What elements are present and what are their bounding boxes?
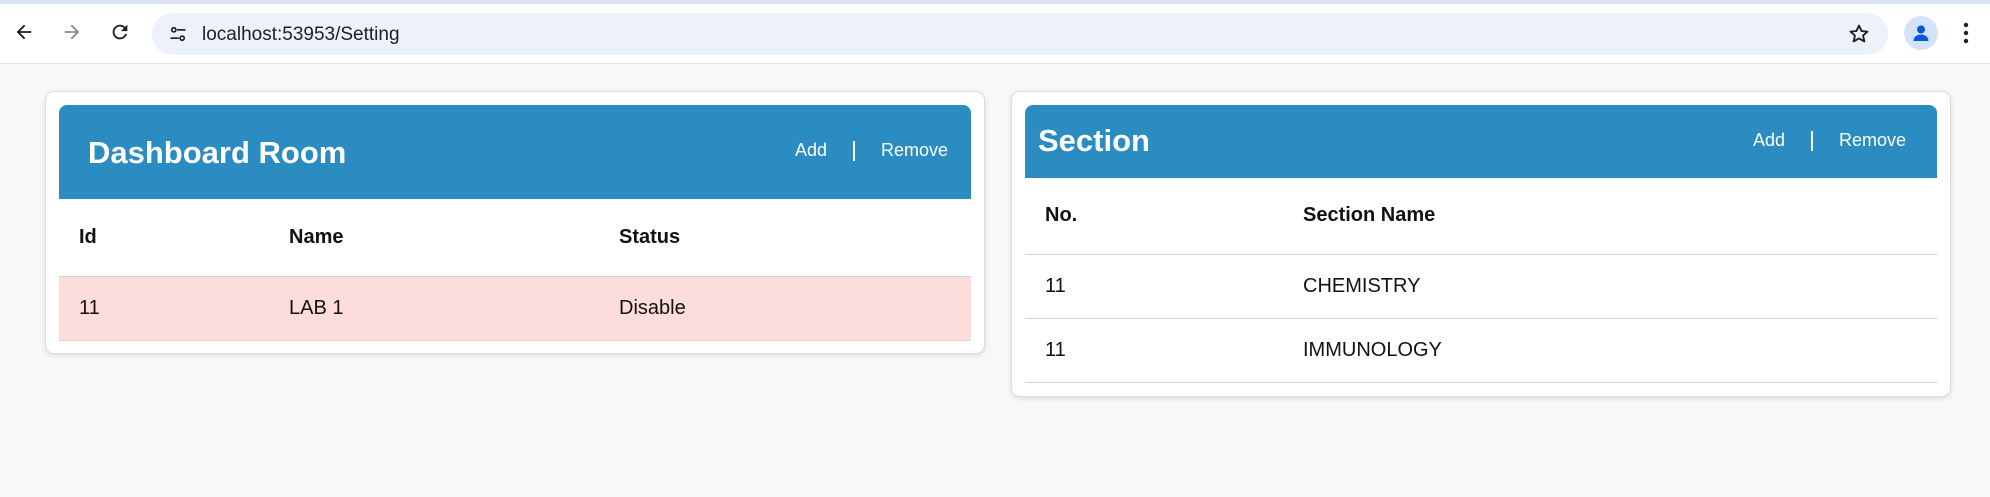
room-id-cell: 11 [59,276,269,341]
back-button[interactable] [6,14,42,50]
table-row[interactable]: 11 CHEMISTRY [1025,254,1937,319]
section-card-title: Section [1038,123,1150,158]
column-header-no: No. [1025,178,1283,255]
table-row[interactable]: 11 LAB 1 Disable [59,276,971,341]
room-name-cell: LAB 1 [269,276,599,341]
browser-toolbar: localhost:53953/Setting [0,4,1990,64]
table-header-row: No. Section Name [1025,178,1937,255]
reload-button[interactable] [102,14,138,50]
section-actions: Add Remove [1753,130,1906,151]
room-table: Id Name Status 11 LAB 1 Disable [59,199,971,341]
room-add-button[interactable]: Add [795,140,827,161]
forward-button[interactable] [54,14,90,50]
room-remove-button[interactable]: Remove [881,140,948,161]
address-bar[interactable]: localhost:53953/Setting [152,13,1888,55]
section-card-header: Section Add Remove [1025,105,1937,178]
section-name-cell: CHEMISTRY [1283,254,1937,319]
action-separator [852,140,855,161]
table-header-row: Id Name Status [59,199,971,277]
room-actions: Add Remove [795,140,948,161]
section-no-cell: 11 [1025,318,1283,383]
section-add-button[interactable]: Add [1753,130,1785,151]
dashboard-room-card: Dashboard Room Add Remove Id Name Status… [45,91,985,354]
reload-icon [112,24,128,40]
action-separator [1810,130,1813,151]
person-icon[interactable] [1904,16,1938,50]
section-name-cell: IMMUNOLOGY [1283,318,1937,383]
section-card: Section Add Remove No. Section Name 11 C… [1011,91,1951,397]
column-header-id: Id [59,199,269,277]
column-header-status: Status [599,199,971,277]
arrow-right-icon [64,24,80,40]
url-text[interactable]: localhost:53953/Setting [202,24,400,46]
arrow-left-icon [16,24,32,40]
column-header-section-name: Section Name [1283,178,1937,255]
room-card-title: Dashboard Room [88,135,347,170]
star-icon[interactable] [1846,21,1872,47]
table-row[interactable]: 11 IMMUNOLOGY [1025,318,1937,383]
room-status-cell: Disable [599,276,971,341]
section-table: No. Section Name 11 CHEMISTRY 11 IMMUNOL… [1025,178,1937,383]
more-vert-icon[interactable] [1956,18,1976,48]
section-remove-button[interactable]: Remove [1839,130,1906,151]
section-no-cell: 11 [1025,254,1283,319]
column-header-name: Name [269,199,599,277]
room-card-header: Dashboard Room Add Remove [59,105,971,199]
tune-icon[interactable] [166,22,190,46]
